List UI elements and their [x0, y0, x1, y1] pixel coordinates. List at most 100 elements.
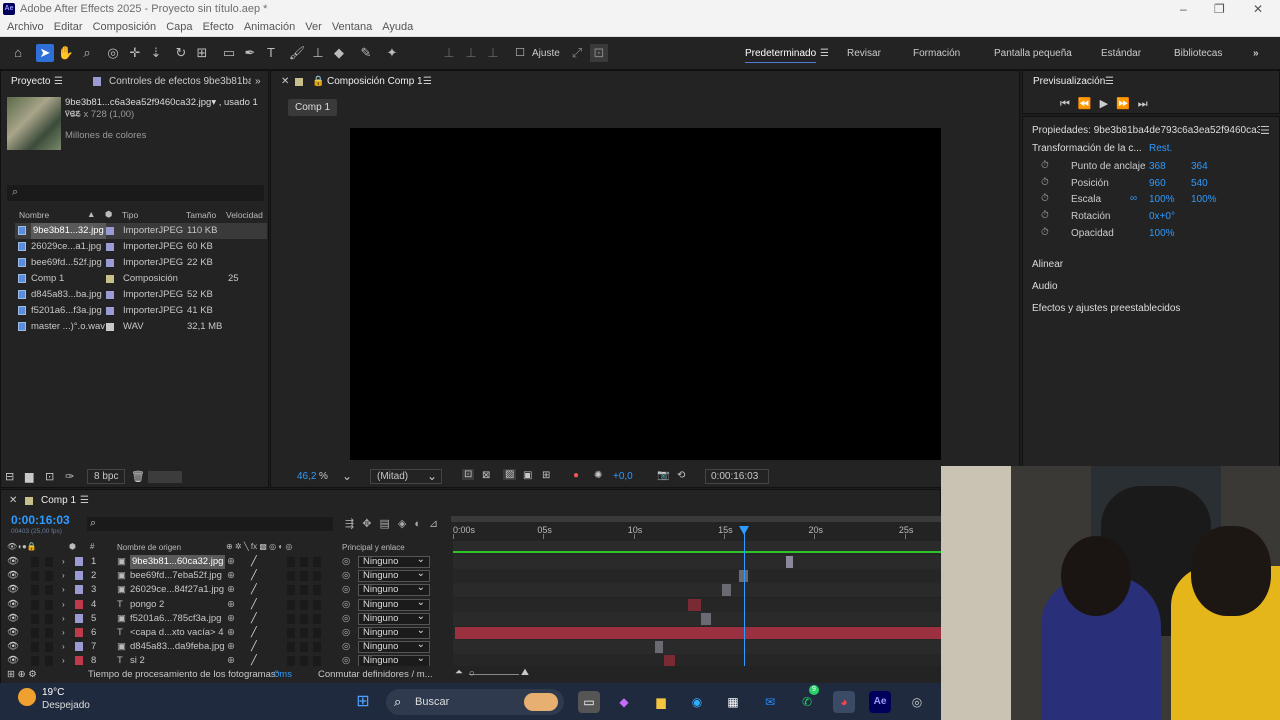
- layer-row[interactable]: 👁 › 5 ▣ f5201a6...785cf3a.jpg ⊕ ╱ ◎ Ninguno ⌄: [1, 611, 451, 626]
- adjustment-switch[interactable]: [300, 585, 308, 596]
- quality-switch-icon[interactable]: ╱: [251, 569, 257, 583]
- property-value-1[interactable]: 100%: [1149, 194, 1175, 205]
- interpret-footage-icon[interactable]: ⊟: [5, 470, 14, 483]
- stopwatch-icon[interactable]: ⏱: [1041, 210, 1049, 221]
- col-speed[interactable]: Velocidad: [226, 210, 263, 220]
- pickwhip-icon[interactable]: ◎: [342, 555, 350, 569]
- rectangle-tool-icon[interactable]: ▭: [220, 44, 238, 62]
- first-frame-icon[interactable]: ⏮: [1060, 98, 1078, 110]
- col-size[interactable]: Tamaño: [186, 210, 216, 220]
- lock-switch[interactable]: [45, 585, 53, 596]
- reset-transform-link[interactable]: Rest.: [1149, 143, 1172, 154]
- pickwhip-icon[interactable]: ◎: [342, 583, 350, 597]
- layer-name[interactable]: d845a83...da9feba.jpg: [130, 640, 225, 654]
- eye-icon[interactable]: 👁: [7, 555, 19, 569]
- lock-switch[interactable]: [45, 599, 53, 610]
- weather-desc[interactable]: Despejado: [42, 700, 90, 711]
- shy-switch-icon[interactable]: ⊕: [227, 640, 235, 654]
- pickwhip-icon[interactable]: ◎: [342, 598, 350, 612]
- file-explorer-icon[interactable]: ▆: [650, 691, 672, 713]
- 3d-switch[interactable]: [313, 642, 321, 653]
- sort-up-icon[interactable]: ▲: [87, 209, 95, 219]
- property-value-2[interactable]: 364: [1191, 161, 1208, 172]
- eye-icon[interactable]: 👁: [7, 583, 19, 597]
- expand-arrow-icon[interactable]: ›: [62, 640, 65, 654]
- parent-select[interactable]: Ninguno ⌄: [358, 555, 430, 568]
- panel-effects-presets[interactable]: Efectos y ajustes preestablecidos: [1032, 303, 1180, 314]
- motion-blur-switch[interactable]: [287, 642, 295, 653]
- parent-select[interactable]: Ninguno ⌄: [358, 569, 430, 583]
- graph-editor-icon[interactable]: ⊿: [429, 518, 446, 530]
- layer-label-color[interactable]: [75, 571, 83, 581]
- maximize-button[interactable]: ❐: [1214, 2, 1225, 16]
- work-area-track[interactable]: [453, 541, 941, 554]
- timeline-menu-icon[interactable]: ☰: [80, 495, 89, 506]
- mask-visibility-icon[interactable]: ▨: [503, 469, 517, 480]
- transparency-grid-icon[interactable]: ⊠: [482, 470, 490, 481]
- constrain-link-icon[interactable]: ∞: [1130, 193, 1137, 204]
- start-icon[interactable]: ⊞: [352, 691, 374, 713]
- chrome-icon[interactable]: ◕: [833, 691, 855, 713]
- more-workspaces-icon[interactable]: »: [1253, 48, 1259, 59]
- timeline-footer-icons[interactable]: ⊞ ⊕ ⚙: [7, 669, 37, 680]
- comp-viewer-canvas[interactable]: [350, 128, 941, 460]
- menu-archivo[interactable]: Archivo: [7, 21, 44, 33]
- layer-row[interactable]: 👁 › 6 T <capa d...xto vacía> 4 ⊕ ╱ ◎ Ninguno ⌄: [1, 626, 451, 640]
- pickwhip-icon[interactable]: ◎: [342, 569, 350, 583]
- workspace-revisar[interactable]: Revisar: [847, 48, 881, 59]
- layer-track[interactable]: [453, 569, 941, 584]
- frame-blend-icon[interactable]: ◈: [398, 518, 414, 530]
- layer-duration-bar[interactable]: [722, 584, 732, 597]
- snap-grid-icon[interactable]: ⊡: [590, 44, 608, 62]
- layer-duration-bar[interactable]: [700, 612, 712, 625]
- motion-blur-switch[interactable]: [287, 585, 295, 596]
- layer-track[interactable]: [453, 583, 941, 598]
- layer-label-color[interactable]: [75, 585, 83, 595]
- properties-menu-icon[interactable]: ☰: [1260, 124, 1270, 137]
- preview-menu-icon[interactable]: ☰: [1105, 76, 1114, 87]
- col-source-name[interactable]: Nombre de origen: [117, 543, 181, 552]
- expand-arrow-icon[interactable]: ›: [62, 626, 65, 640]
- tab-timeline-comp[interactable]: Comp 1: [41, 495, 76, 506]
- adjustment-switch[interactable]: [300, 613, 308, 624]
- parent-select[interactable]: Ninguno ⌄: [358, 597, 430, 611]
- after-effects-icon[interactable]: Ae: [869, 691, 891, 713]
- layer-row[interactable]: 👁 › 2 ▣ bee69fd...7eba52f.jpg ⊕ ╱ ◎ Ninguno ⌄: [1, 569, 451, 583]
- solo-switch[interactable]: [31, 656, 39, 667]
- workspace-bibliotecas[interactable]: Bibliotecas: [1174, 48, 1222, 59]
- expand-arrow-icon[interactable]: ›: [62, 583, 65, 597]
- lock-switch[interactable]: [45, 571, 53, 582]
- project-item[interactable]: bee69fd...52f.jpg ImporterJPEG 22 KB: [15, 255, 267, 271]
- workspace-estandar[interactable]: Estándar: [1101, 48, 1141, 59]
- layer-track[interactable]: [453, 640, 941, 655]
- lock-icon[interactable]: 🔒: [312, 76, 324, 87]
- stopwatch-icon[interactable]: ⏱: [1041, 193, 1049, 204]
- eraser-tool-icon[interactable]: ◆: [330, 44, 348, 62]
- workspace-pantalla-pequena[interactable]: Pantalla pequeña: [994, 48, 1072, 59]
- 3d-switch[interactable]: [313, 571, 321, 582]
- 3d-switch[interactable]: [313, 585, 321, 596]
- expand-arrow-icon[interactable]: ›: [62, 598, 65, 612]
- adjustment-switch[interactable]: [300, 656, 308, 667]
- weather-temp[interactable]: 19°C: [42, 687, 64, 698]
- eye-icon[interactable]: 👁: [7, 598, 19, 612]
- channels-icon[interactable]: ●: [573, 470, 579, 481]
- clone-stamp-icon[interactable]: ⊥: [309, 44, 327, 62]
- motion-blur-switch[interactable]: [287, 599, 295, 610]
- 3d-switch[interactable]: [313, 613, 321, 624]
- eye-icon[interactable]: 👁: [7, 626, 19, 640]
- trash-icon[interactable]: 🗑: [131, 470, 145, 483]
- menu-ayuda[interactable]: Ayuda: [382, 21, 413, 33]
- draft-3d-icon[interactable]: ✥: [362, 518, 379, 530]
- hand-tool-icon[interactable]: ✋: [57, 44, 75, 62]
- shy-switch-icon[interactable]: ⊕: [227, 626, 235, 640]
- close-button[interactable]: ✕: [1253, 2, 1263, 16]
- property-value-1[interactable]: 0x+0°: [1149, 211, 1175, 222]
- col-name[interactable]: Nombre: [19, 210, 49, 220]
- project-item[interactable]: master ...)°.o.wav WAV 32,1 MB: [15, 319, 267, 335]
- adjustment-switch[interactable]: [300, 571, 308, 582]
- last-frame-icon[interactable]: ⏭: [1138, 98, 1156, 110]
- axis-view-icon[interactable]: ⊥: [484, 44, 502, 62]
- layer-name[interactable]: pongo 2: [130, 598, 164, 612]
- quality-switch-icon[interactable]: ╱: [251, 626, 257, 640]
